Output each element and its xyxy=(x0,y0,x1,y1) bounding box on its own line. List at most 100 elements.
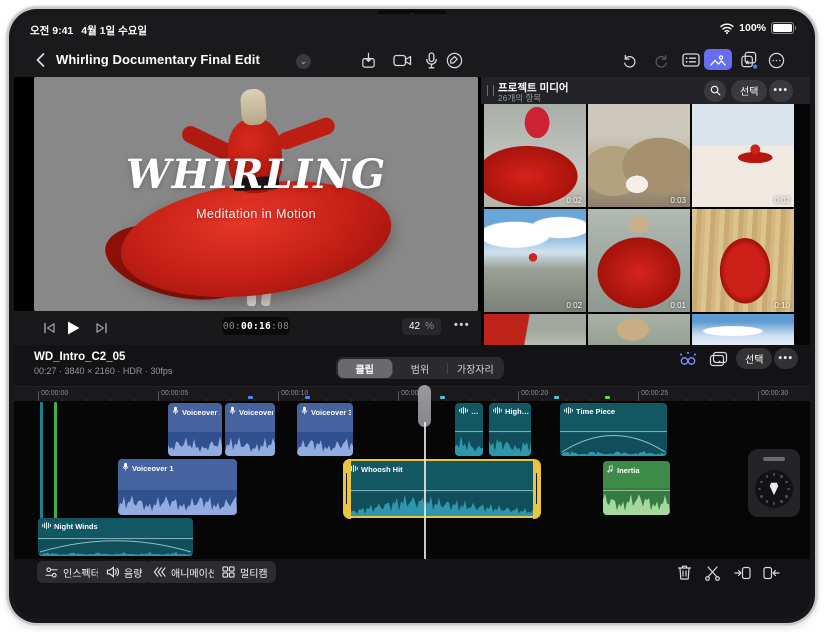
timeline-ruler[interactable]: 00:00:00 00:00:05 00:00:10 00:00:15 00:00:20… xyxy=(14,386,810,402)
blade-scissors-button[interactable] xyxy=(703,563,722,582)
clip-duration: 0:01 xyxy=(670,301,686,310)
media-more-button[interactable]: ••• xyxy=(769,79,793,102)
dial-dot xyxy=(780,475,783,478)
panel-resize-handle[interactable] xyxy=(487,85,494,96)
viewer-zoom-control[interactable]: 42 % xyxy=(402,318,442,335)
connect-clips-icon[interactable] xyxy=(678,349,698,369)
media-thumbnail[interactable] xyxy=(588,314,690,345)
trim-handle-left[interactable] xyxy=(342,458,351,519)
tab-clip[interactable]: 클립 xyxy=(337,358,392,378)
volume-button[interactable]: 음량 xyxy=(98,561,151,583)
playhead-line xyxy=(424,422,426,559)
dial-dot xyxy=(772,502,776,505)
timeline-clip[interactable]: Voiceover 3 xyxy=(297,403,353,456)
title-chevron-down-icon[interactable]: ⌄ xyxy=(296,54,311,69)
clip-waveform xyxy=(345,494,538,516)
trash-button[interactable] xyxy=(675,563,694,582)
multicam-label: 멀티캠 xyxy=(240,568,268,580)
play-button[interactable] xyxy=(64,319,82,337)
media-thumbnail[interactable] xyxy=(692,314,794,345)
zoom-value: 42 xyxy=(409,321,421,332)
battery-percent: 100% xyxy=(739,22,766,34)
volume-line[interactable] xyxy=(345,490,538,492)
timeline-clip[interactable]: Voiceover 2 xyxy=(225,403,275,456)
content-library-icon[interactable] xyxy=(739,50,759,70)
volume-line[interactable] xyxy=(455,431,483,433)
note-icon xyxy=(607,464,614,476)
dancer-hat xyxy=(239,88,268,126)
clip-name: Inertia xyxy=(607,464,668,476)
previous-frame-button[interactable] xyxy=(40,319,58,337)
wave-icon xyxy=(564,406,573,417)
clip-waveform xyxy=(489,438,531,456)
next-frame-button[interactable] xyxy=(92,319,110,337)
viewer[interactable]: WHIRLING Meditation in Motion xyxy=(34,77,478,311)
media-thumbnail[interactable]: 0:10 xyxy=(692,209,794,312)
import-button[interactable] xyxy=(358,50,378,70)
volume-label: 음량 xyxy=(124,568,143,580)
timeline-clip[interactable]: Voiceover 2 xyxy=(168,403,222,456)
media-thumbnail[interactable]: 0:02 xyxy=(484,104,586,207)
overlay-clip-icon[interactable] xyxy=(708,349,728,369)
timeline-clip[interactable]: Whoosh Hit xyxy=(342,458,541,519)
timeline-more-button[interactable]: ••• xyxy=(774,348,798,369)
pencil-button[interactable] xyxy=(444,50,464,70)
volume-line[interactable] xyxy=(603,489,670,491)
media-thumbnail[interactable]: 0:02 xyxy=(484,209,586,312)
media-select-button[interactable]: 선택 xyxy=(731,79,768,102)
clip-waveform xyxy=(225,437,275,456)
volume-line[interactable] xyxy=(38,538,193,540)
timeline-clip[interactable]: High… xyxy=(489,403,531,456)
browser-toggle-icon[interactable] xyxy=(681,50,701,70)
timeline-clip[interactable]: Inertia xyxy=(603,461,670,515)
clip-name: Voiceover 2 xyxy=(229,406,273,418)
jog-wheel[interactable] xyxy=(748,449,800,517)
timecode-pre: 00: xyxy=(222,320,241,332)
media-thumbnail[interactable]: 0:02 xyxy=(692,104,794,207)
media-thumbnail[interactable]: 0:01 xyxy=(588,209,690,312)
media-thumbnail[interactable]: 0:03 xyxy=(588,104,690,207)
timecode-display[interactable]: 00: 00:16:08 xyxy=(222,317,290,335)
viewer-more-button[interactable]: ••• xyxy=(454,319,470,331)
dial-dot xyxy=(758,487,761,491)
redo-button[interactable] xyxy=(651,50,671,70)
clip-name: … xyxy=(459,406,481,417)
clip-name: Night Winds xyxy=(42,521,191,532)
timeline-clip[interactable]: Night Winds xyxy=(38,518,193,556)
timeline-clip[interactable]: Time Piece xyxy=(560,403,667,456)
trim-handle-right[interactable] xyxy=(532,458,541,519)
media-thumbnail[interactable] xyxy=(484,314,586,345)
playhead-handle[interactable] xyxy=(418,385,431,427)
undo-button[interactable] xyxy=(619,50,639,70)
dial-dot xyxy=(765,475,769,478)
lane-marker xyxy=(605,396,610,399)
timeline-clip[interactable]: Voiceover 1 xyxy=(118,459,237,515)
animation-button[interactable]: 애니메이션 xyxy=(145,561,225,583)
jog-wheel-bar xyxy=(763,457,785,461)
append-clip-button[interactable] xyxy=(733,563,752,582)
media-browser-button[interactable] xyxy=(704,49,732,70)
lane-marker xyxy=(440,396,445,399)
tab-range[interactable]: 범위 xyxy=(393,359,447,378)
volume-line[interactable] xyxy=(560,431,667,433)
media-panel-header: 프로젝트 미디어 26개의 항목 선택 ••• xyxy=(481,77,810,104)
clip-duration: 0:02 xyxy=(774,196,790,205)
insert-clip-button[interactable] xyxy=(762,563,781,582)
timeline-clip[interactable]: … xyxy=(455,403,483,456)
timeline-select-button[interactable]: 선택 xyxy=(736,348,773,369)
clip-waveform xyxy=(168,436,222,456)
clip-name: Voiceover 2 xyxy=(172,406,220,418)
subtitle-overlay: Meditation in Motion xyxy=(196,207,316,221)
project-title[interactable]: Whirling Documentary Final Edit xyxy=(56,52,260,67)
back-button[interactable] xyxy=(30,50,50,70)
battery-icon xyxy=(771,22,796,34)
dancer-arm xyxy=(274,115,338,152)
jog-dial[interactable] xyxy=(755,470,793,508)
camera-button[interactable] xyxy=(392,50,412,70)
search-button[interactable] xyxy=(704,79,726,102)
volume-line[interactable] xyxy=(489,431,531,433)
microphone-button[interactable] xyxy=(421,50,441,70)
tab-edge[interactable]: 가장자리 xyxy=(448,359,502,378)
multicam-button[interactable]: 멀티캠 xyxy=(214,561,276,583)
more-button-top[interactable] xyxy=(766,50,786,70)
